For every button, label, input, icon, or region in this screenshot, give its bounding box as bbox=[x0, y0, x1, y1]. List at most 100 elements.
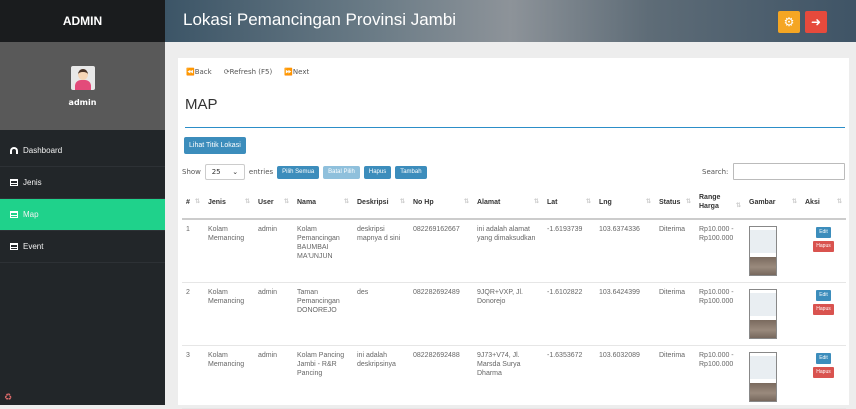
location-thumbnail[interactable] bbox=[749, 288, 777, 339]
sidebar-item-map[interactable]: Map bbox=[0, 199, 165, 231]
sidebar-item-label: Map bbox=[23, 210, 39, 219]
col-header[interactable]: Alamat ⇅ bbox=[473, 186, 543, 220]
header: Lokasi Pemancingan Provinsi Jambi ⚙ ➜ bbox=[165, 0, 856, 42]
cell-user: admin bbox=[254, 345, 293, 409]
table-row[interactable]: 3 Kolam Memancing admin Kolam Pancing Ja… bbox=[182, 345, 846, 409]
back-label: Back bbox=[194, 68, 212, 76]
table-icon bbox=[10, 179, 18, 186]
cell-aksi: Edit Hapus bbox=[801, 282, 846, 346]
edit-button[interactable]: Edit bbox=[816, 289, 831, 301]
col-header[interactable]: Lng ⇅ bbox=[595, 186, 655, 220]
cell-nohp: 082269162667 bbox=[409, 219, 473, 283]
search: Search: bbox=[702, 163, 846, 180]
cell-nohp: 082282692488 bbox=[409, 345, 473, 409]
cell-jenis: Kolam Memancing bbox=[204, 282, 254, 346]
cell-jenis: Kolam Memancing bbox=[204, 345, 254, 409]
pilih-semua-button[interactable]: Pilih Semua bbox=[277, 165, 320, 179]
location-thumbnail[interactable] bbox=[749, 226, 777, 276]
col-header[interactable]: Nama ⇅ bbox=[293, 186, 353, 220]
location-thumbnail[interactable] bbox=[749, 351, 777, 402]
batal-pilih-button[interactable]: Batal Pilih bbox=[323, 165, 360, 179]
cell-aksi: Edit Hapus bbox=[801, 219, 846, 283]
delete-button[interactable]: Hapus bbox=[813, 366, 834, 378]
cell-deskripsi: ini adalah deskripsinya bbox=[353, 345, 409, 409]
cell-lng: 103.6374336 bbox=[595, 219, 655, 283]
page-title: MAP bbox=[185, 96, 218, 113]
data-table: # ⇅ Jenis ⇅ User ⇅ Nama ⇅ Deskripsi ⇅ No Hp ⇅ … bbox=[182, 186, 846, 409]
col-header[interactable]: Status ⇅ bbox=[655, 186, 695, 220]
col-header[interactable]: Lat ⇅ bbox=[543, 186, 595, 220]
sidebar-item-jenis[interactable]: Jenis bbox=[0, 167, 165, 199]
cell-user: admin bbox=[254, 282, 293, 346]
col-header[interactable]: Deskripsi ⇅ bbox=[353, 186, 409, 220]
lihat-titik-lokasi-button[interactable]: Lihat Titik Lokasi bbox=[184, 137, 246, 154]
search-input[interactable] bbox=[733, 163, 846, 180]
table-header-row: # ⇅ Jenis ⇅ User ⇅ Nama ⇅ Deskripsi ⇅ No Hp ⇅ … bbox=[182, 186, 846, 220]
toolbar: ⏪Back ⟳Refresh (F5) ⏩Next bbox=[186, 68, 309, 76]
settings-button[interactable]: ⚙ bbox=[778, 11, 800, 33]
entries-select[interactable]: 25 ⌄ bbox=[204, 164, 245, 180]
sidebar: ADMIN admin Dashboard Jenis Map Event ♻ bbox=[0, 0, 165, 405]
sidebar-item-label: Jenis bbox=[23, 178, 42, 187]
dashboard-icon bbox=[10, 147, 18, 154]
cell-status: Diterima bbox=[655, 345, 695, 409]
cell-jenis: Kolam Memancing bbox=[204, 219, 254, 283]
col-header[interactable]: User ⇅ bbox=[254, 186, 293, 220]
sidebar-item-event[interactable]: Event bbox=[0, 231, 165, 263]
edit-button[interactable]: Edit bbox=[816, 352, 831, 364]
col-header[interactable]: Range Harga ⇅ bbox=[695, 186, 745, 220]
username: admin bbox=[68, 97, 97, 107]
next-button[interactable]: ⏩Next bbox=[284, 68, 309, 76]
cell-nohp: 082282692489 bbox=[409, 282, 473, 346]
cell-gambar bbox=[745, 345, 801, 409]
col-header[interactable]: No Hp ⇅ bbox=[409, 186, 473, 220]
delete-button[interactable]: Hapus bbox=[813, 303, 834, 315]
tambah-button[interactable]: Tambah bbox=[395, 165, 427, 179]
sidebar-nav: Dashboard Jenis Map Event bbox=[0, 135, 165, 263]
col-header[interactable]: Aksi ⇅ bbox=[801, 186, 846, 220]
table-icon bbox=[10, 243, 18, 250]
table-controls: Show 25 ⌄ entries Pilih Semua Batal Pilih… bbox=[182, 164, 427, 180]
entries-value: 25 bbox=[211, 168, 221, 176]
table-row[interactable]: 2 Kolam Memancing admin Taman Pemancinga… bbox=[182, 282, 846, 346]
edit-button[interactable]: Edit bbox=[816, 227, 831, 238]
cell-alamat: 9JQR+VXP, Jl. Donorejo bbox=[473, 282, 543, 346]
user-panel: admin bbox=[0, 42, 165, 130]
entries-label: entries bbox=[248, 168, 274, 176]
cell-lat: -1.6193739 bbox=[543, 219, 595, 283]
sidebar-item-dashboard[interactable]: Dashboard bbox=[0, 135, 165, 167]
refresh-button[interactable]: ⟳Refresh (F5) bbox=[224, 68, 272, 76]
next-icon: ⏩ bbox=[284, 68, 293, 76]
cell-lat: -1.6102822 bbox=[543, 282, 595, 346]
col-header[interactable]: Gambar ⇅ bbox=[745, 186, 801, 220]
hapus-button[interactable]: Hapus bbox=[363, 165, 392, 179]
col-header[interactable]: Jenis ⇅ bbox=[204, 186, 254, 220]
back-button[interactable]: ⏪Back bbox=[186, 68, 212, 76]
sidebar-item-label: Dashboard bbox=[23, 146, 63, 155]
avatar bbox=[70, 65, 95, 90]
cell-alamat: 9J73+V74, Jl. Marsda Surya Dharma bbox=[473, 345, 543, 409]
delete-button[interactable]: Hapus bbox=[813, 241, 834, 252]
cell-nama: Taman Pemancingan DONOREJO bbox=[293, 282, 353, 346]
arrow-right-icon: ➜ bbox=[810, 15, 822, 29]
cell-deskripsi: deskripsi mapnya d sini bbox=[353, 219, 409, 283]
cell-alamat: ini adalah alamat yang dimaksudkan bbox=[473, 219, 543, 283]
cell-aksi: Edit Hapus bbox=[801, 345, 846, 409]
table-row[interactable]: 1 Kolam Memancing admin Kolam Pemancinga… bbox=[182, 219, 846, 283]
table-icon bbox=[10, 211, 18, 218]
laravel-icon[interactable]: ♻ bbox=[4, 393, 12, 403]
cell-user: admin bbox=[254, 219, 293, 283]
logout-button[interactable]: ➜ bbox=[805, 11, 827, 33]
cell-nama: Kolam Pancing Jambi - R&R Pancing bbox=[293, 345, 353, 409]
chevron-down-icon: ⌄ bbox=[232, 168, 239, 176]
divider bbox=[185, 127, 845, 128]
cell-no: 3 bbox=[182, 345, 204, 409]
cell-status: Diterima bbox=[655, 282, 695, 346]
cell-gambar bbox=[745, 282, 801, 346]
cell-lng: 103.6424399 bbox=[595, 282, 655, 346]
gear-icon: ⚙ bbox=[783, 15, 795, 29]
sidebar-brand: ADMIN bbox=[0, 0, 165, 42]
col-header[interactable]: # ⇅ bbox=[182, 186, 204, 220]
page-header-title: Lokasi Pemancingan Provinsi Jambi bbox=[183, 10, 457, 29]
show-label: Show bbox=[182, 168, 201, 176]
